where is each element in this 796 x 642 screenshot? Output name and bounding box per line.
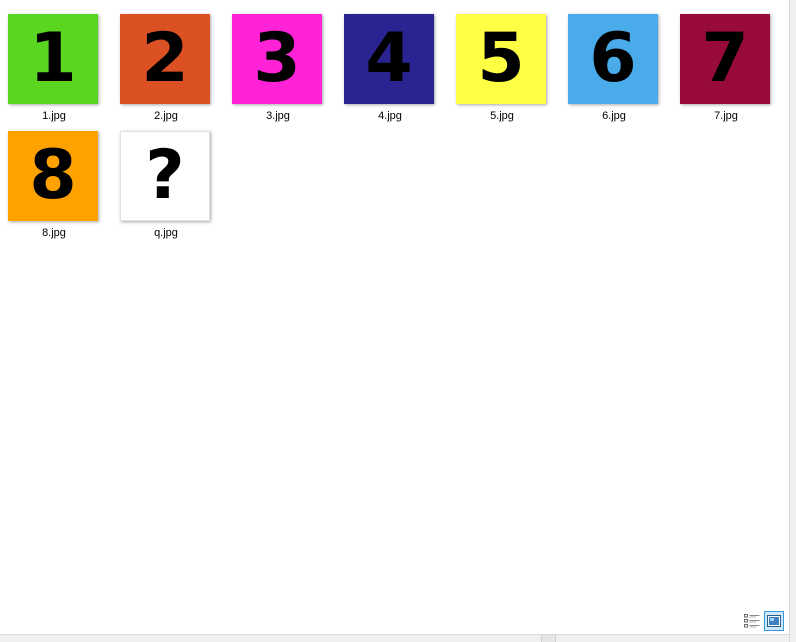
file-item[interactable]: ? q.jpg [120,131,212,243]
digit-three-glyph: 3 [253,19,301,98]
file-thumbnail: 5 [456,14,546,104]
digit-two-glyph: 2 [141,19,189,98]
question-mark-glyph: ? [145,136,185,215]
file-thumbnail: 6 [568,14,658,104]
file-item[interactable]: 8 8.jpg [8,131,100,243]
digit-six-glyph: 6 [589,19,637,98]
digit-four-glyph: 4 [365,19,413,98]
digit-eight-glyph: 8 [29,136,77,215]
digit-one-glyph: 1 [29,19,77,98]
file-name-label: 8.jpg [42,227,66,239]
file-thumbnail: 7 [680,14,770,104]
file-item[interactable]: 4 4.jpg [344,14,436,126]
file-thumbnail: 1 [8,14,98,104]
file-name-label: q.jpg [154,227,178,239]
large-icons-view-button[interactable] [764,611,784,631]
file-thumbnail: 4 [344,14,434,104]
file-thumbnail: 8 [8,131,98,221]
file-item[interactable]: 2 2.jpg [120,14,212,126]
file-name-label: 6.jpg [602,110,626,122]
digit-five-glyph: 5 [477,19,525,98]
file-item[interactable]: 7 7.jpg [680,14,772,126]
file-thumbnail: 3 [232,14,322,104]
file-item[interactable]: 5 5.jpg [456,14,548,126]
file-item[interactable]: 3 3.jpg [232,14,324,126]
file-name-label: 7.jpg [714,110,738,122]
file-name-label: 2.jpg [154,110,178,122]
file-name-label: 1.jpg [42,110,66,122]
details-view-button[interactable] [742,611,762,631]
status-bar-edge [0,634,789,642]
file-item[interactable]: 1 1.jpg [8,14,100,126]
file-item[interactable]: 6 6.jpg [568,14,660,126]
file-explorer-window: 1 1.jpg 2 2.jpg 3 3.jpg 4 4.jpg 5 5.jpg … [0,0,796,642]
file-thumbnail: 2 [120,14,210,104]
file-name-label: 4.jpg [378,110,402,122]
file-name-label: 5.jpg [490,110,514,122]
window-right-border [789,0,796,642]
large-icons-view-icon [767,615,781,627]
digit-seven-glyph: 7 [701,19,749,98]
file-name-label: 3.jpg [266,110,290,122]
file-thumbnail: ? [120,131,210,221]
file-list-pane[interactable]: 1 1.jpg 2 2.jpg 3 3.jpg 4 4.jpg 5 5.jpg … [0,0,789,634]
status-bar-divider [541,635,556,642]
details-view-icon [744,614,760,628]
